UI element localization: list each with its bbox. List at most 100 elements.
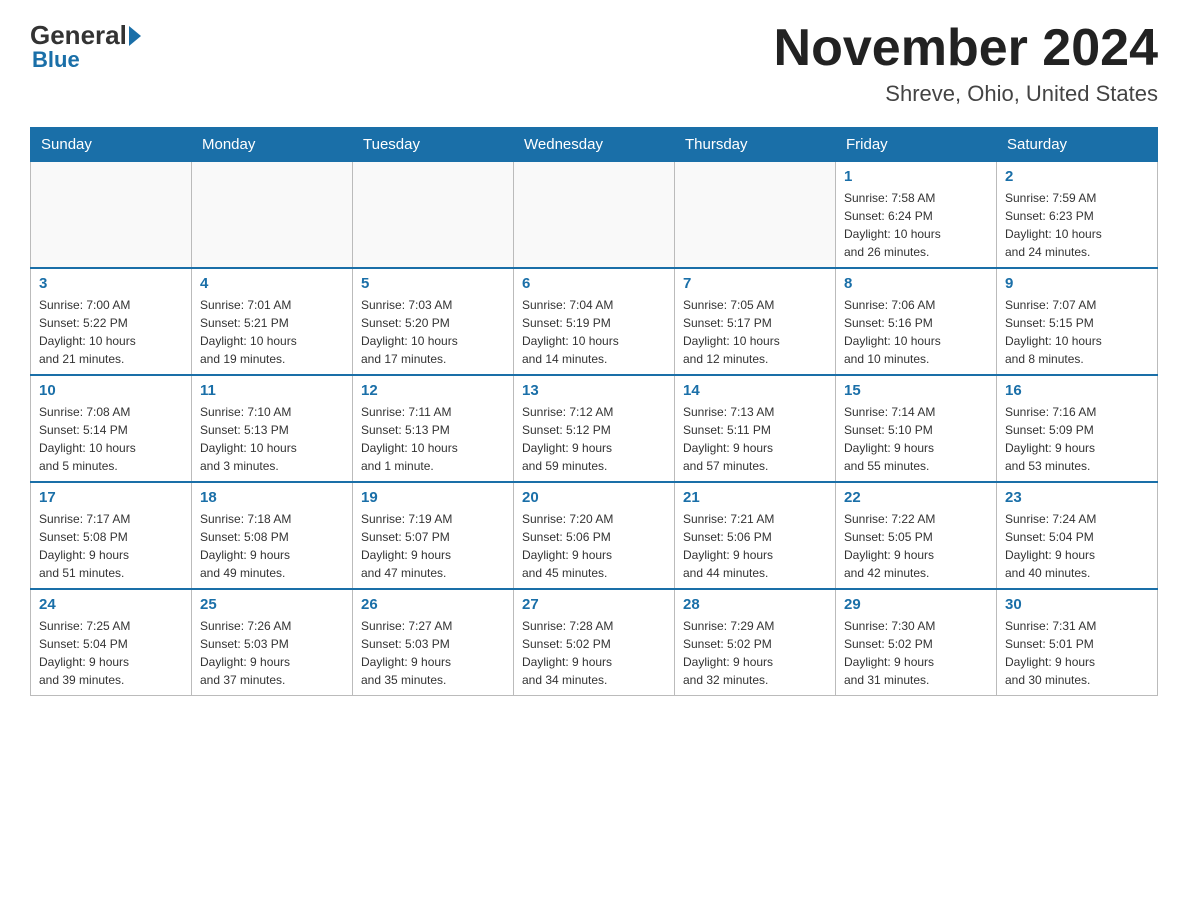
calendar-cell: 6Sunrise: 7:04 AM Sunset: 5:19 PM Daylig… [514,268,675,375]
day-info: Sunrise: 7:11 AM Sunset: 5:13 PM Dayligh… [361,403,505,475]
calendar-cell: 14 Sunrise: 7:13 AM Sunset: 5:11 PM Dayli… [675,375,836,482]
calendar-cell: 27 Sunrise: 7:28 AM Sunset: 5:02 PM Dayli… [514,589,675,696]
day-info: Sunrise: 7:14 AM Sunset: 5:10 PM Dayligh… [844,403,988,475]
weekday-header-wednesday: Wednesday [514,128,675,162]
day-info: Sunrise: 7:03 AM Sunset: 5:20 PM Dayligh… [361,296,505,368]
day-info: Sunrise: 7:22 AM Sunset: 5:05 PM Dayligh… [844,510,988,582]
location-title: Shreve, Ohio, United States [774,81,1158,107]
day-number: 23 [1005,489,1149,506]
calendar-cell: 17 Sunrise: 7:17 AM Sunset: 5:08 PM Dayli… [31,482,192,589]
day-info: Sunrise: 7:05 AM Sunset: 5:17 PM Dayligh… [683,296,827,368]
weekday-header-row: SundayMondayTuesdayWednesdayThursdayFrid… [31,128,1158,162]
calendar-cell: 1 Sunrise: 7:58 AM Sunset: 6:24 PM Daylig… [836,162,997,269]
day-number: 17 [39,489,183,506]
day-info: Sunrise: 7:01 AM Sunset: 5:21 PM Dayligh… [200,296,344,368]
calendar-table: SundayMondayTuesdayWednesdayThursdayFrid… [30,127,1158,696]
day-info: Sunrise: 7:31 AM Sunset: 5:01 PM Dayligh… [1005,617,1149,689]
day-number: 5 [361,275,505,292]
day-info: Sunrise: 7:59 AM Sunset: 6:23 PM Dayligh… [1005,189,1149,261]
day-number: 10 [39,382,183,399]
title-area: November 2024 Shreve, Ohio, United State… [774,20,1158,107]
day-number: 18 [200,489,344,506]
day-number: 29 [844,596,988,613]
day-number: 27 [522,596,666,613]
day-info: Sunrise: 7:20 AM Sunset: 5:06 PM Dayligh… [522,510,666,582]
weekday-header-monday: Monday [192,128,353,162]
day-number: 14 [683,382,827,399]
calendar-cell: 4 Sunrise: 7:01 AM Sunset: 5:21 PM Daylig… [192,268,353,375]
day-number: 9 [1005,275,1149,292]
day-info: Sunrise: 7:29 AM Sunset: 5:02 PM Dayligh… [683,617,827,689]
day-number: 30 [1005,596,1149,613]
day-number: 2 [1005,168,1149,185]
calendar-week-row: 17 Sunrise: 7:17 AM Sunset: 5:08 PM Dayli… [31,482,1158,589]
logo-area: General Blue [30,20,143,73]
calendar-week-row: 10Sunrise: 7:08 AM Sunset: 5:14 PM Dayli… [31,375,1158,482]
calendar-cell: 26 Sunrise: 7:27 AM Sunset: 5:03 PM Dayli… [353,589,514,696]
calendar-cell: 18 Sunrise: 7:18 AM Sunset: 5:08 PM Dayli… [192,482,353,589]
weekday-header-tuesday: Tuesday [353,128,514,162]
day-number: 19 [361,489,505,506]
logo-triangle-icon [129,26,141,46]
logo-blue-text: Blue [32,47,80,73]
calendar-cell: 11 Sunrise: 7:10 AM Sunset: 5:13 PM Dayli… [192,375,353,482]
day-info: Sunrise: 7:26 AM Sunset: 5:03 PM Dayligh… [200,617,344,689]
calendar-cell: 21 Sunrise: 7:21 AM Sunset: 5:06 PM Dayli… [675,482,836,589]
calendar-cell: 30 Sunrise: 7:31 AM Sunset: 5:01 PM Dayli… [997,589,1158,696]
header: General Blue November 2024 Shreve, Ohio,… [30,20,1158,107]
day-info: Sunrise: 7:30 AM Sunset: 5:02 PM Dayligh… [844,617,988,689]
day-number: 15 [844,382,988,399]
day-info: Sunrise: 7:58 AM Sunset: 6:24 PM Dayligh… [844,189,988,261]
day-number: 11 [200,382,344,399]
day-info: Sunrise: 7:13 AM Sunset: 5:11 PM Dayligh… [683,403,827,475]
day-number: 20 [522,489,666,506]
day-info: Sunrise: 7:06 AM Sunset: 5:16 PM Dayligh… [844,296,988,368]
day-number: 12 [361,382,505,399]
day-info: Sunrise: 7:24 AM Sunset: 5:04 PM Dayligh… [1005,510,1149,582]
calendar-cell: 19Sunrise: 7:19 AM Sunset: 5:07 PM Dayli… [353,482,514,589]
day-number: 21 [683,489,827,506]
calendar-cell [31,162,192,269]
calendar-week-row: 3Sunrise: 7:00 AM Sunset: 5:22 PM Daylig… [31,268,1158,375]
calendar-cell: 15 Sunrise: 7:14 AM Sunset: 5:10 PM Dayli… [836,375,997,482]
calendar-cell [192,162,353,269]
calendar-cell: 2 Sunrise: 7:59 AM Sunset: 6:23 PM Daylig… [997,162,1158,269]
month-title: November 2024 [774,20,1158,77]
calendar-cell: 8Sunrise: 7:06 AM Sunset: 5:16 PM Daylig… [836,268,997,375]
day-number: 7 [683,275,827,292]
calendar-cell: 23 Sunrise: 7:24 AM Sunset: 5:04 PM Dayli… [997,482,1158,589]
day-info: Sunrise: 7:18 AM Sunset: 5:08 PM Dayligh… [200,510,344,582]
day-number: 28 [683,596,827,613]
day-info: Sunrise: 7:07 AM Sunset: 5:15 PM Dayligh… [1005,296,1149,368]
day-number: 26 [361,596,505,613]
calendar-cell: 20 Sunrise: 7:20 AM Sunset: 5:06 PM Dayli… [514,482,675,589]
day-number: 4 [200,275,344,292]
day-number: 22 [844,489,988,506]
calendar-week-row: 24 Sunrise: 7:25 AM Sunset: 5:04 PM Dayli… [31,589,1158,696]
calendar-cell: 5 Sunrise: 7:03 AM Sunset: 5:20 PM Daylig… [353,268,514,375]
day-number: 1 [844,168,988,185]
calendar-cell [675,162,836,269]
day-number: 3 [39,275,183,292]
day-number: 24 [39,596,183,613]
calendar-cell: 12 Sunrise: 7:11 AM Sunset: 5:13 PM Dayli… [353,375,514,482]
calendar-cell: 13Sunrise: 7:12 AM Sunset: 5:12 PM Dayli… [514,375,675,482]
day-info: Sunrise: 7:10 AM Sunset: 5:13 PM Dayligh… [200,403,344,475]
calendar-cell [514,162,675,269]
day-info: Sunrise: 7:27 AM Sunset: 5:03 PM Dayligh… [361,617,505,689]
day-info: Sunrise: 7:21 AM Sunset: 5:06 PM Dayligh… [683,510,827,582]
calendar-cell: 10Sunrise: 7:08 AM Sunset: 5:14 PM Dayli… [31,375,192,482]
day-number: 16 [1005,382,1149,399]
weekday-header-sunday: Sunday [31,128,192,162]
day-number: 25 [200,596,344,613]
day-info: Sunrise: 7:17 AM Sunset: 5:08 PM Dayligh… [39,510,183,582]
day-info: Sunrise: 7:25 AM Sunset: 5:04 PM Dayligh… [39,617,183,689]
calendar-cell: 7 Sunrise: 7:05 AM Sunset: 5:17 PM Daylig… [675,268,836,375]
weekday-header-saturday: Saturday [997,128,1158,162]
calendar-cell: 25 Sunrise: 7:26 AM Sunset: 5:03 PM Dayli… [192,589,353,696]
calendar-cell: 3Sunrise: 7:00 AM Sunset: 5:22 PM Daylig… [31,268,192,375]
weekday-header-friday: Friday [836,128,997,162]
day-number: 13 [522,382,666,399]
calendar-cell [353,162,514,269]
day-info: Sunrise: 7:28 AM Sunset: 5:02 PM Dayligh… [522,617,666,689]
